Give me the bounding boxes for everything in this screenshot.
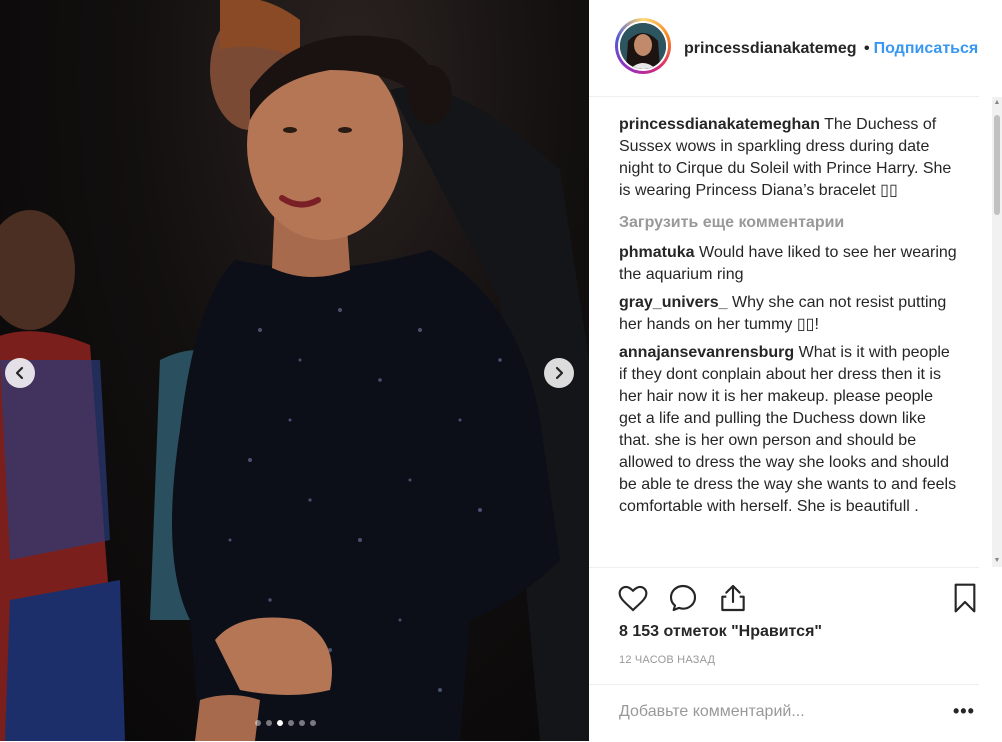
comment-item: gray_univers_ Why she can not resist put…	[619, 292, 959, 336]
post-side-panel: princessdianakatemeg • Подписаться prince…	[589, 0, 1002, 741]
comment-icon[interactable]	[667, 582, 699, 614]
post-photo[interactable]	[0, 0, 589, 741]
caption-username[interactable]: princessdianakatemeghan	[619, 116, 820, 133]
comment-input[interactable]: Добавьте комментарий...	[619, 703, 805, 721]
share-icon[interactable]	[717, 582, 749, 614]
carousel-dot	[288, 720, 294, 726]
scroll-thumb[interactable]	[994, 115, 1000, 215]
carousel-indicator	[255, 720, 316, 726]
chevron-right-icon	[555, 366, 564, 380]
bookmark-icon[interactable]	[949, 582, 981, 614]
comment-item: annajansevanrensburg What is it with peo…	[619, 342, 959, 518]
heart-icon[interactable]	[617, 582, 649, 614]
comments-list[interactable]: princessdianakatemeghan The Duchess of S…	[619, 114, 959, 566]
chevron-left-icon	[15, 366, 24, 380]
comment-username[interactable]: phmatuka	[619, 244, 695, 261]
likes-count[interactable]: 8 153 отметок "Нравится"	[619, 623, 822, 641]
comment-username[interactable]: gray_univers_	[619, 294, 728, 311]
post-timestamp[interactable]: 12 ЧАСОВ НАЗАД	[619, 654, 715, 666]
comment-username[interactable]: annajansevanrensburg	[619, 344, 794, 361]
photo-illustration	[0, 0, 589, 741]
carousel-next-button[interactable]	[544, 358, 574, 388]
action-bar	[589, 567, 979, 628]
more-options-icon[interactable]: •••	[953, 701, 975, 722]
carousel-dot	[266, 720, 272, 726]
follow-label[interactable]: Подписаться	[874, 40, 979, 57]
comment-item: phmatuka Would have liked to see her wea…	[619, 242, 959, 286]
avatar-image	[620, 23, 666, 69]
caption: princessdianakatemeghan The Duchess of S…	[619, 114, 959, 202]
comments-scrollbar[interactable]: ▲ ▼	[992, 97, 1002, 567]
post-header: princessdianakatemeg • Подписаться	[589, 0, 979, 97]
add-comment-bar: Добавьте комментарий... •••	[589, 684, 979, 742]
carousel-dot-active	[277, 720, 283, 726]
carousel-dot	[299, 720, 305, 726]
carousel-prev-button[interactable]	[5, 358, 35, 388]
scroll-down-icon[interactable]: ▼	[992, 555, 1002, 567]
scroll-up-icon[interactable]: ▲	[992, 97, 1002, 109]
header-username[interactable]: princessdianakatemeg	[684, 40, 857, 58]
follow-button[interactable]: • Подписаться	[864, 40, 979, 58]
carousel-dot	[255, 720, 261, 726]
comment-text: What is it with people if they dont conp…	[619, 344, 957, 515]
load-more-comments-button[interactable]: Загрузить еще комментарии	[619, 212, 959, 234]
avatar[interactable]	[615, 18, 671, 74]
header-bullet: •	[864, 40, 870, 57]
carousel-dot	[310, 720, 316, 726]
